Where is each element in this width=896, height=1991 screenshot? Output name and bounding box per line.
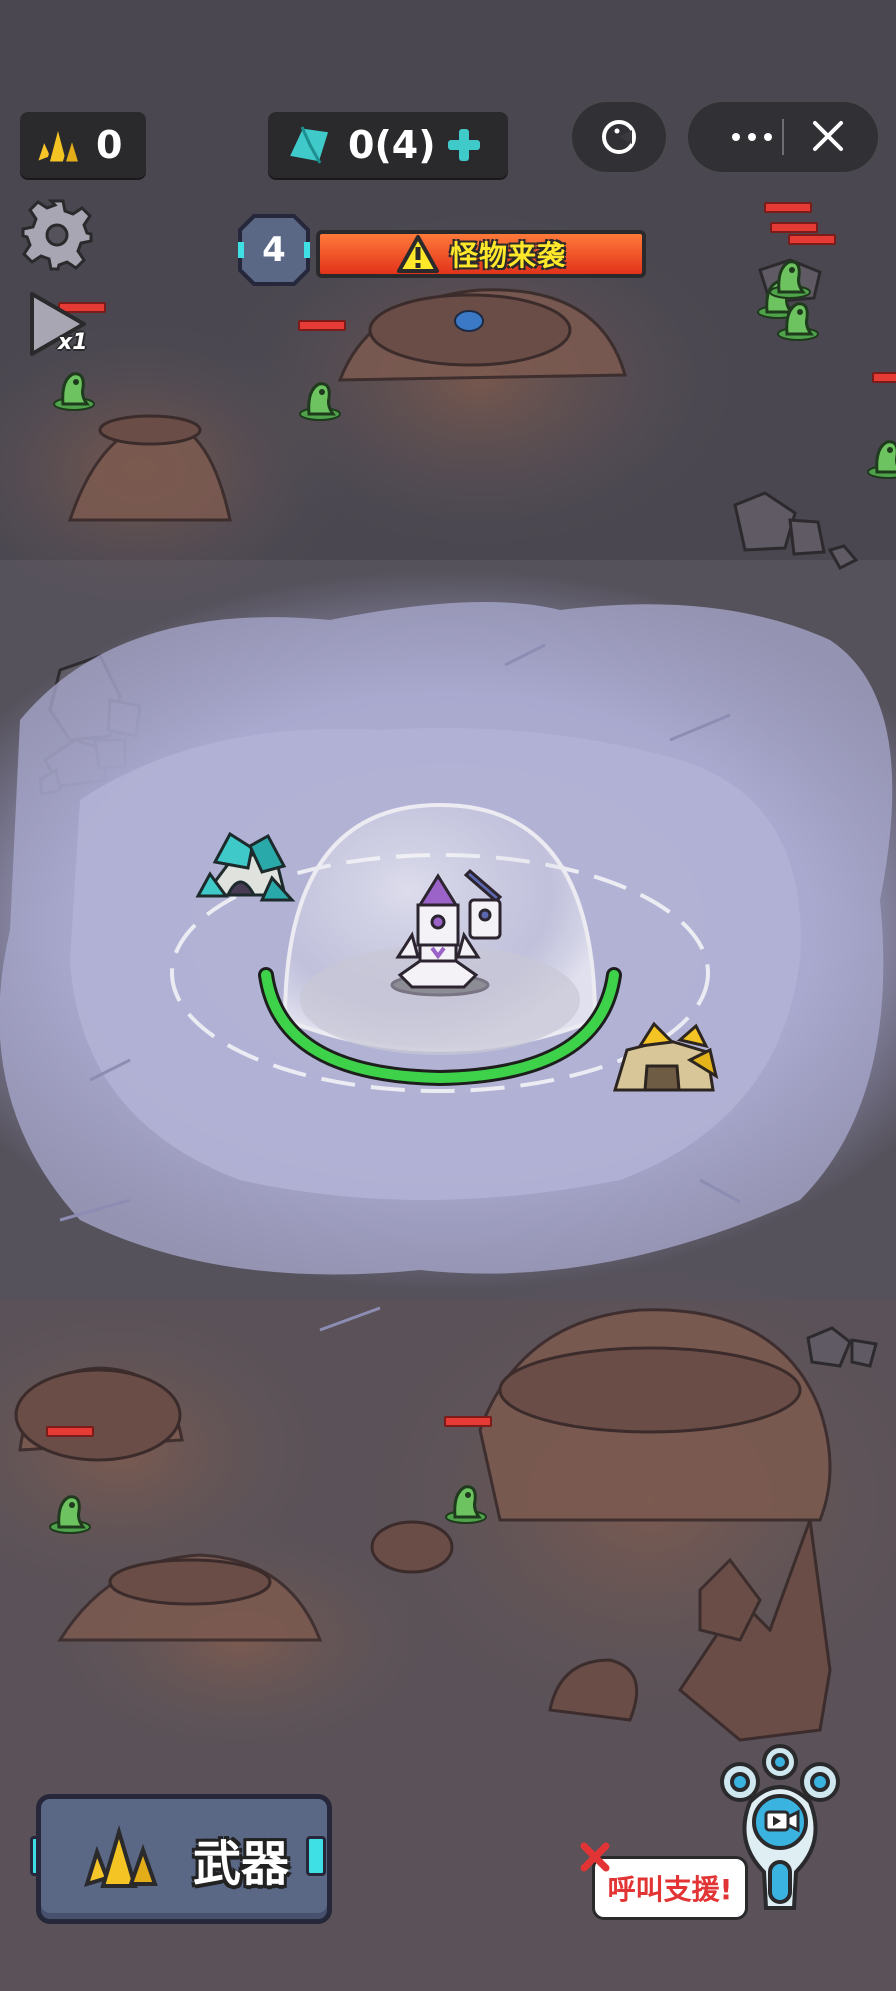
enemy-health-bar [298, 320, 346, 331]
video-camera-icon [764, 1809, 800, 1833]
enemy-slime[interactable] [441, 1475, 491, 1525]
plus-icon[interactable] [444, 125, 484, 165]
gold-crystal-icon [83, 1824, 158, 1888]
gold-count: 0 [96, 123, 123, 167]
enemy-slime[interactable] [863, 430, 896, 480]
weapons-label: 武器 [193, 1836, 290, 1892]
speed-label: x1 [58, 330, 88, 355]
alert-text: 怪物来袭 [449, 239, 566, 272]
enemy-health-bar [872, 372, 896, 383]
pause-menu-icon [602, 120, 636, 154]
enemy-slime[interactable] [765, 250, 815, 300]
weapons-button[interactable]: 武器 [36, 1794, 332, 1924]
support-beacon[interactable] [714, 1742, 854, 1918]
gold-crystal-icon [33, 119, 83, 166]
wave-number: 4 [262, 230, 286, 270]
enemy-health-bar [770, 222, 818, 233]
gear-icon[interactable] [18, 196, 96, 274]
enemy-slime[interactable] [45, 1485, 95, 1535]
teal-crystal-icon [285, 125, 332, 165]
more-icon[interactable] [732, 133, 772, 141]
speed-button[interactable]: x1 [24, 288, 98, 362]
close-icon[interactable] [578, 1840, 612, 1874]
pause-button[interactable] [570, 100, 668, 174]
weapons-tab-right [306, 1836, 326, 1876]
crystal-count: 0(4) [348, 123, 436, 167]
mini-program-capsule [686, 100, 880, 174]
enemy-health-bar [764, 202, 812, 213]
enemy-slime[interactable] [295, 372, 345, 422]
close-icon[interactable] [813, 121, 843, 151]
warning-icon [396, 235, 439, 273]
enemy-slime[interactable] [49, 362, 99, 412]
monster-alert-bar: 怪物来袭 [316, 230, 646, 278]
gold-counter: 0 [20, 112, 146, 178]
enemy-health-bar [46, 1426, 94, 1437]
enemy-health-bar [788, 234, 836, 245]
crystal-counter: 0(4) [268, 112, 508, 178]
enemy-health-bar [444, 1416, 492, 1427]
